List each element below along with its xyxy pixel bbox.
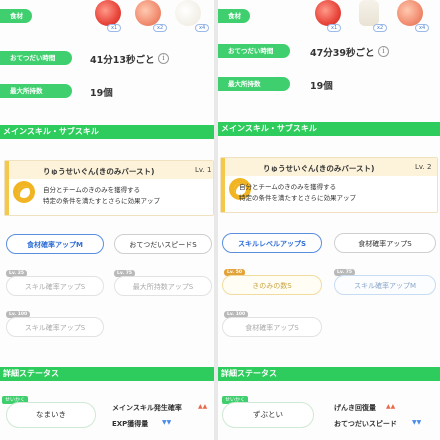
sub-skill-2[interactable]: おてつだいスピードS	[114, 234, 212, 254]
sub-skill-4[interactable]: 最大所持数アップS	[114, 276, 212, 296]
main-skill-card[interactable]: りゅうせいぐん(きのみバースト) Lv. 1 自分とチームのきのみを獲得する 特…	[4, 160, 214, 216]
main-skill-desc-line2: 特定の条件を満たすとさらに効果アップ	[43, 197, 160, 205]
sub-skill-2[interactable]: 食材確率アップS	[334, 233, 436, 253]
left-pokemon-panel: 食材 x1 x2 x4 おてつだい時間 41分13秒ごと i 最大所持数 19個…	[0, 0, 214, 440]
sub-skill-1[interactable]: 食材確率アップM	[6, 234, 104, 254]
nature-down-stat: おてつだいスピード	[334, 420, 397, 428]
ingredients-label: 食材	[218, 9, 250, 23]
main-skill-name: りゅうせいぐん(きのみバースト)	[263, 164, 375, 173]
info-icon[interactable]: i	[378, 46, 389, 57]
sub-skill-3[interactable]: スキル確率アップS	[6, 276, 104, 296]
nature-value[interactable]: なまいき	[6, 402, 96, 428]
egg-icon	[175, 0, 201, 26]
skills-section-header: メインスキル・サブスキル	[218, 122, 440, 136]
tomato-icon	[397, 0, 423, 26]
nature-down-stat: EXP獲得量	[112, 420, 149, 428]
ingredient-count-badge: x1	[327, 24, 342, 32]
nature-up-stat: メインスキル発生確率	[112, 404, 182, 412]
arrow-up-icon: ▲▲	[386, 403, 396, 410]
nature-up-stat: げんき回復量	[334, 404, 376, 412]
max-carry-value: 19個	[310, 81, 333, 92]
help-time-value: 47分39秒ごと	[310, 48, 375, 59]
milk-icon	[359, 0, 379, 26]
main-skill-level: Lv. 2	[415, 163, 432, 171]
ingredients-label: 食材	[0, 9, 32, 23]
nature-value[interactable]: ずぶとい	[222, 402, 314, 428]
main-skill-desc-line1: 自分とチームのきのみを獲得する	[43, 186, 141, 194]
ingredient-count-badge: x4	[415, 24, 430, 32]
main-skill-level: Lv. 1	[195, 166, 212, 174]
help-time-value: 41分13秒ごと	[90, 55, 155, 66]
arrow-up-icon: ▲▲	[198, 403, 208, 410]
ingredient-count-badge: x2	[373, 24, 388, 32]
arrow-down-icon: ▼▼	[412, 419, 422, 426]
sub-skill-5[interactable]: 食材確率アップS	[222, 317, 322, 337]
sub-skill-5[interactable]: スキル確率アップS	[6, 317, 104, 337]
detail-status-header: 詳細ステータス	[0, 367, 214, 381]
main-skill-card[interactable]: りゅうせいぐん(きのみバースト) Lv. 2 自分とチームのきのみを獲得する 特…	[220, 157, 438, 213]
ingredient-count-badge: x2	[153, 24, 168, 32]
help-time-label: おてつだい時間	[218, 44, 290, 58]
max-carry-value: 19個	[90, 88, 113, 99]
main-skill-name: りゅうせいぐん(きのみバースト)	[43, 167, 155, 176]
ingredient-count-badge: x1	[107, 24, 122, 32]
right-pokemon-panel: 食材 x1 x2 x4 おてつだい時間 47分39秒ごと i 最大所持数 19個…	[218, 0, 440, 440]
tomato-icon	[135, 0, 161, 26]
sub-skill-3[interactable]: きのみの数S	[222, 275, 322, 295]
sub-skill-4[interactable]: スキル確率アップM	[334, 275, 436, 295]
help-time-label: おてつだい時間	[0, 51, 72, 65]
main-skill-desc-line1: 自分とチームのきのみを獲得する	[239, 183, 337, 191]
detail-status-header: 詳細ステータス	[218, 367, 440, 381]
skills-section-header: メインスキル・サブスキル	[0, 125, 214, 139]
info-icon[interactable]: i	[158, 53, 169, 64]
berry-burst-icon	[13, 181, 35, 203]
ingredient-count-badge: x4	[195, 24, 210, 32]
max-carry-label: 最大所持数	[0, 84, 72, 98]
max-carry-label: 最大所持数	[218, 77, 290, 91]
sub-skill-1[interactable]: スキルレベルアップS	[222, 233, 322, 253]
main-skill-desc-line2: 特定の条件を満たすとさらに効果アップ	[239, 194, 356, 202]
arrow-down-icon: ▼▼	[162, 419, 172, 426]
tomato-icon	[95, 0, 121, 26]
tomato-icon	[315, 0, 341, 26]
